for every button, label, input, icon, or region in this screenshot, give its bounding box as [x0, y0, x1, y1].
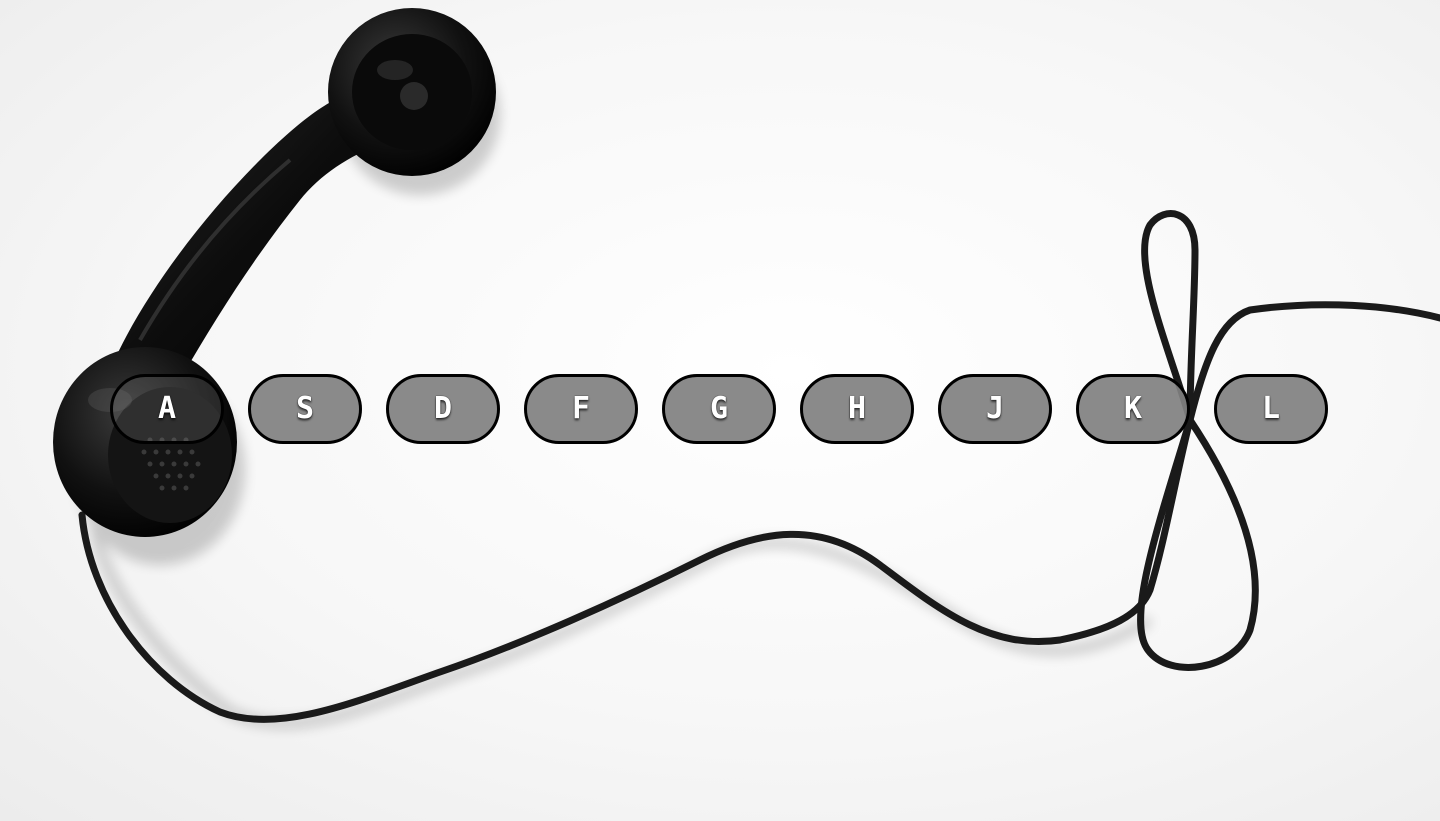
- key-label: S: [295, 391, 315, 426]
- key-label: J: [985, 391, 1005, 426]
- key-f[interactable]: F: [524, 374, 638, 444]
- key-label: D: [433, 391, 453, 426]
- key-label: A: [157, 391, 177, 426]
- key-k[interactable]: K: [1076, 374, 1190, 444]
- key-label: K: [1123, 391, 1143, 426]
- key-l[interactable]: L: [1214, 374, 1328, 444]
- stage: A S D F G H J K L: [0, 0, 1440, 821]
- key-s[interactable]: S: [248, 374, 362, 444]
- key-label: H: [847, 391, 867, 426]
- key-label: L: [1261, 391, 1281, 426]
- key-label: G: [709, 391, 729, 426]
- key-h[interactable]: H: [800, 374, 914, 444]
- key-a[interactable]: A: [110, 374, 224, 444]
- key-j[interactable]: J: [938, 374, 1052, 444]
- key-g[interactable]: G: [662, 374, 776, 444]
- key-label: F: [571, 391, 591, 426]
- home-row-keys: A S D F G H J K L: [110, 374, 1332, 448]
- key-d[interactable]: D: [386, 374, 500, 444]
